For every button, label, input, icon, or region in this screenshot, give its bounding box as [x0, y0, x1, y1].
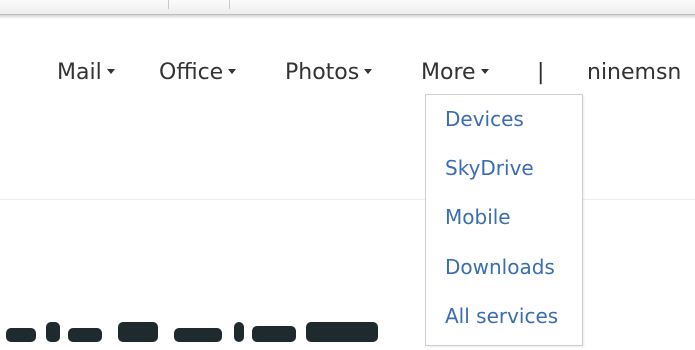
- menu-item-all-services[interactable]: All services: [445, 304, 558, 328]
- chevron-down-icon: [480, 68, 489, 74]
- more-dropdown-menu: Devices SkyDrive Mobile Downloads All se…: [425, 94, 583, 346]
- nav-photos-menu[interactable]: Photos: [285, 60, 373, 85]
- top-nav: Mail Office Photos More | ninemsn: [0, 60, 695, 90]
- chevron-down-icon: [228, 68, 237, 74]
- menu-item-devices[interactable]: Devices: [445, 107, 524, 131]
- nav-office-menu[interactable]: Office: [159, 60, 237, 85]
- toolbar-shadow: [0, 15, 695, 19]
- menu-item-skydrive[interactable]: SkyDrive: [445, 156, 534, 180]
- nav-mail-label: Mail: [57, 60, 102, 85]
- cropped-heading: [6, 320, 406, 350]
- nav-separator: |: [537, 60, 545, 85]
- chevron-down-icon: [106, 68, 115, 74]
- nav-more-label: More: [421, 60, 476, 85]
- content-divider: [0, 199, 695, 200]
- browser-toolbar: [0, 0, 695, 15]
- toolbar-divider: [168, 0, 169, 9]
- nav-office-label: Office: [159, 60, 224, 85]
- nav-mail-menu[interactable]: Mail: [57, 60, 115, 85]
- brand-link-ninemsn[interactable]: ninemsn: [587, 60, 681, 85]
- menu-item-downloads[interactable]: Downloads: [445, 255, 555, 279]
- chevron-down-icon: [364, 68, 373, 74]
- toolbar-divider: [229, 0, 230, 9]
- nav-more-menu[interactable]: More: [421, 60, 489, 85]
- nav-photos-label: Photos: [285, 60, 360, 85]
- menu-item-mobile[interactable]: Mobile: [445, 205, 511, 229]
